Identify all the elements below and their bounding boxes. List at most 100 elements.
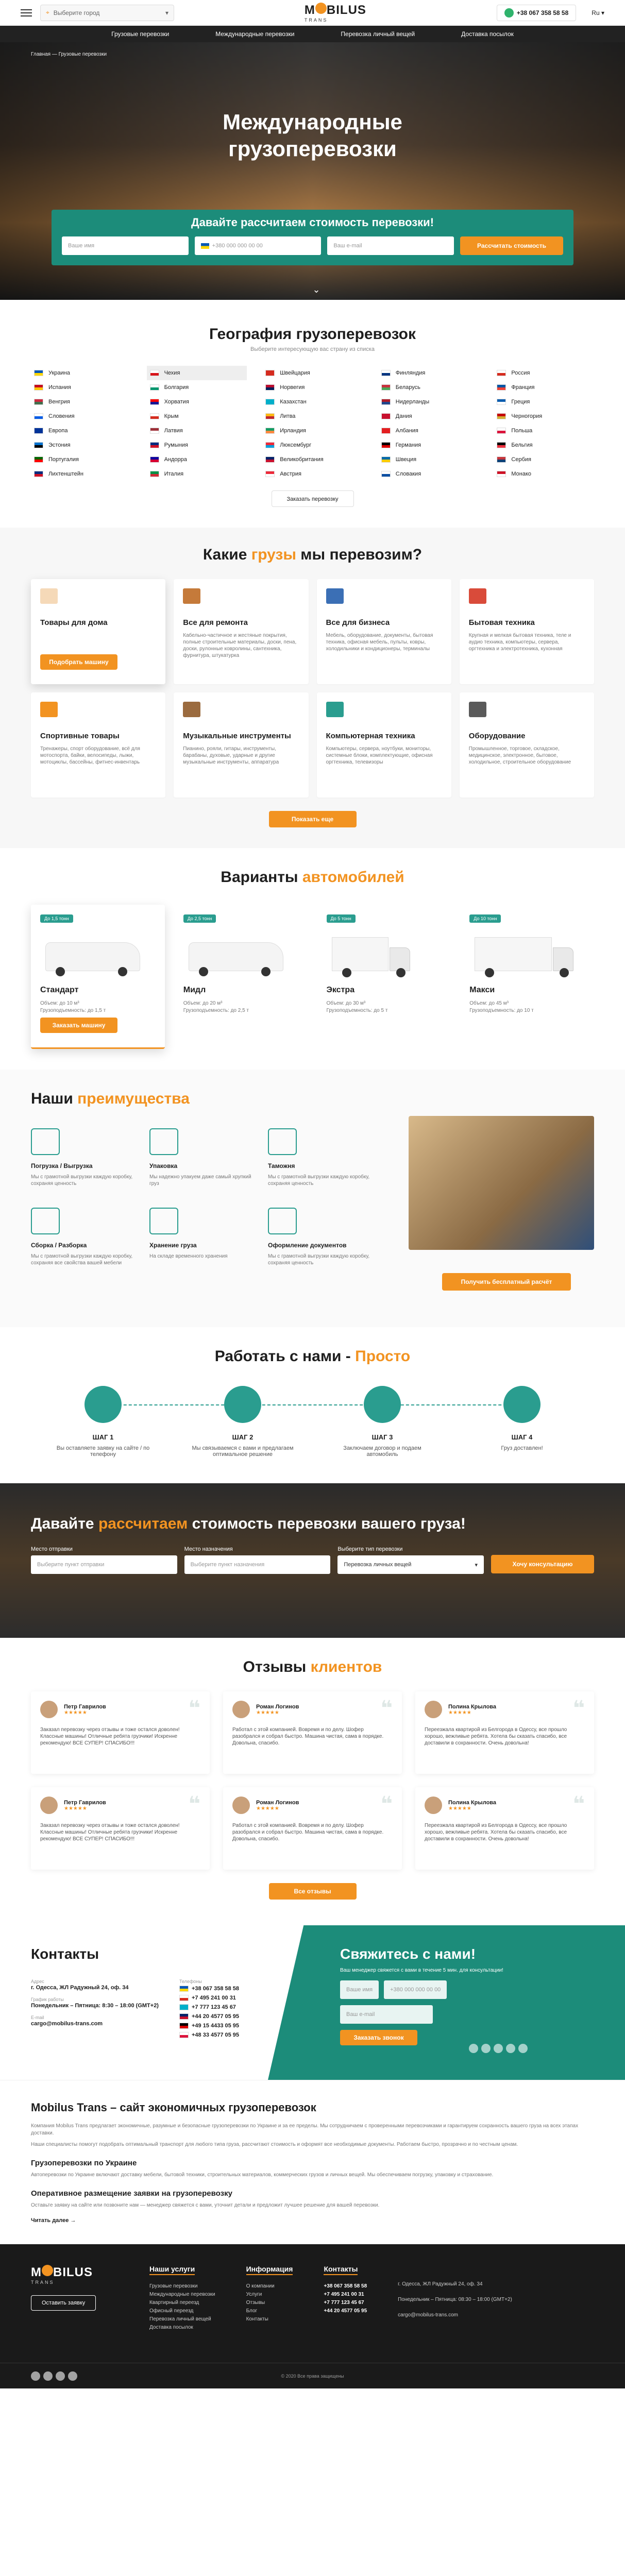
cargo-card[interactable]: Все для бизнеса Мебель, оборудование, док… [316, 579, 451, 684]
contact-phone-input[interactable]: +380 000 000 00 00 [384, 1980, 447, 1999]
country-item[interactable]: Словения [31, 409, 131, 423]
footer-service-link[interactable]: Офисный переезд [149, 2307, 215, 2315]
cargo-card[interactable]: Товары для дома Подобрать машину [31, 579, 166, 684]
footer-info-link[interactable]: Контакты [246, 2315, 293, 2324]
country-item[interactable]: Финляндия [378, 366, 479, 380]
country-item[interactable]: Италия [147, 467, 247, 481]
footer-service-link[interactable]: Перевозка личный вещей [149, 2315, 215, 2324]
country-item[interactable]: Эстония [31, 438, 131, 452]
leave-request-button[interactable]: Оставить заявку [31, 2295, 96, 2311]
country-item[interactable]: Ирландия [262, 423, 363, 438]
country-item[interactable]: Испания [31, 380, 131, 395]
header-phone[interactable]: +38 067 358 58 58 [496, 4, 577, 21]
facebook-icon[interactable] [506, 2044, 515, 2053]
footer-service-link[interactable]: Международные перевозки [149, 2291, 215, 2299]
phone-item[interactable]: +44 20 4577 05 95 [179, 2012, 239, 2021]
order-transport-button[interactable]: Заказать перевозку [271, 490, 354, 507]
nav-item[interactable]: Грузовые перевозки [88, 26, 192, 42]
country-item[interactable]: Беларусь [378, 380, 479, 395]
vehicle-card[interactable]: До 1,5 тонн Стандарт Объем: до 10 м³ Грузоп… [31, 905, 165, 1049]
whatsapp-icon[interactable] [494, 2044, 503, 2053]
country-item[interactable]: Люксембург [262, 438, 363, 452]
to-select[interactable]: Выберите пункт назначения [184, 1555, 331, 1574]
city-select[interactable]: ⌖ Выберите город ▾ [40, 4, 174, 21]
footer-email[interactable]: cargo@mobilus-trans.com [398, 2311, 512, 2319]
country-item[interactable]: Украина [31, 366, 131, 380]
country-item[interactable]: Швеция [378, 452, 479, 467]
country-item[interactable]: Черногория [494, 409, 594, 423]
email-input[interactable]: Ваш e-mail [327, 236, 454, 255]
vehicle-card[interactable]: До 5 тонн Экстра Объем: до 30 м³ Грузоподъе… [317, 905, 451, 1049]
country-item[interactable]: Бельгия [494, 438, 594, 452]
footer-logo[interactable]: M BILUS TRANS [31, 2265, 119, 2285]
nav-item[interactable]: Доставка посылок [438, 26, 537, 42]
cargo-card[interactable]: Компьютерная техника Компьютеры, сервера,… [316, 692, 451, 798]
read-more-link[interactable]: Читать далее → [31, 2217, 594, 2224]
calc-submit-button[interactable]: Рассчитать стоимость [460, 236, 564, 255]
country-item[interactable]: Польша [494, 423, 594, 438]
country-item[interactable]: Нидерланды [378, 395, 479, 409]
footer-info-link[interactable]: О компании [246, 2282, 293, 2291]
cargo-card[interactable]: Музыкальные инструменты Пианино, рояли, г… [174, 692, 309, 798]
email-link[interactable]: cargo@mobilus-trans.com [31, 2020, 159, 2028]
footer-phone[interactable]: +7 777 123 45 67 [324, 2299, 367, 2307]
footer-phone[interactable]: +38 067 358 58 58 [324, 2282, 367, 2291]
country-item[interactable]: Монако [494, 467, 594, 481]
telegram-icon[interactable] [469, 2044, 478, 2053]
name-input[interactable]: Ваше имя [62, 236, 189, 255]
country-item[interactable]: Сербия [494, 452, 594, 467]
all-reviews-button[interactable]: Все отзывы [268, 1883, 357, 1900]
callback-button[interactable]: Заказать звонок [340, 2030, 417, 2045]
country-item[interactable]: Лихтенштейн [31, 467, 131, 481]
country-item[interactable]: Латвия [147, 423, 247, 438]
scroll-down-icon[interactable]: ⌄ [313, 284, 320, 295]
footer-service-link[interactable]: Грузовые перевозки [149, 2282, 215, 2291]
contact-name-input[interactable]: Ваше имя [340, 1980, 379, 1999]
country-item[interactable]: Чехия [146, 366, 247, 380]
cargo-card[interactable]: Оборудование Промышленное, торговое, скла… [459, 692, 594, 798]
order-vehicle-button[interactable]: Заказать машину [40, 1018, 117, 1033]
country-item[interactable]: Словакия [378, 467, 479, 481]
country-item[interactable]: Россия [494, 366, 594, 380]
viber-icon[interactable] [481, 2044, 491, 2053]
country-item[interactable]: Дания [378, 409, 479, 423]
phone-item[interactable]: +38 067 358 58 58 [179, 1984, 239, 1993]
country-item[interactable]: Португалия [31, 452, 131, 467]
country-item[interactable]: Хорватия [147, 395, 247, 409]
from-select[interactable]: Выберите пункт отправки [31, 1555, 177, 1574]
country-item[interactable]: Франция [494, 380, 594, 395]
country-item[interactable]: Албания [378, 423, 479, 438]
phone-item[interactable]: +49 15 4433 05 95 [179, 2021, 239, 2030]
menu-icon[interactable] [21, 9, 32, 16]
footer-service-link[interactable]: Доставка посылок [149, 2324, 215, 2332]
country-item[interactable]: Греция [494, 395, 594, 409]
cargo-card[interactable]: Спортивные товары Тренажеры, спорт оборуд… [31, 692, 166, 798]
country-item[interactable]: Норвегия [262, 380, 363, 395]
type-select[interactable]: Перевозка личных вещей ▾ [337, 1555, 484, 1574]
country-item[interactable]: Литва [262, 409, 363, 423]
country-item[interactable]: Швейцария [262, 366, 363, 380]
nav-item[interactable]: Международные перевозки [192, 26, 317, 42]
contact-email-input[interactable]: Ваш e-mail [340, 2005, 433, 2024]
footer-phone[interactable]: +7 495 241 00 31 [324, 2291, 367, 2299]
country-item[interactable]: Румыния [147, 438, 247, 452]
free-calc-button[interactable]: Получить бесплатный расчёт [442, 1273, 571, 1291]
country-item[interactable]: Болгария [147, 380, 247, 395]
country-item[interactable]: Андорра [147, 452, 247, 467]
footer-service-link[interactable]: Квартирный переезд [149, 2299, 215, 2307]
vehicle-card[interactable]: До 2,5 тонн Мидл Объем: до 20 м³ Грузоподъе… [174, 905, 308, 1049]
footer-info-link[interactable]: Отзывы [246, 2299, 293, 2307]
breadcrumb-home[interactable]: Главная [31, 52, 50, 57]
country-item[interactable]: Великобритания [262, 452, 363, 467]
country-item[interactable]: Казахстан [262, 395, 363, 409]
footer-phone[interactable]: +44 20 4577 05 95 [324, 2307, 367, 2315]
country-item[interactable]: Европа [31, 423, 131, 438]
instagram-icon[interactable] [518, 2044, 528, 2053]
cargo-card[interactable]: Бытовая техника Крупная и мелкая бытовая … [459, 579, 594, 684]
show-more-button[interactable]: Показать еще [268, 811, 357, 827]
logo[interactable]: M BILUS TRANS [305, 3, 366, 23]
phone-item[interactable]: +48 33 4577 05 95 [179, 2030, 239, 2040]
footer-info-link[interactable]: Блог [246, 2307, 293, 2315]
vehicle-card[interactable]: До 10 тонн Макси Объем: до 45 м³ Грузоподъе… [460, 905, 594, 1049]
footer-info-link[interactable]: Услуги [246, 2291, 293, 2299]
